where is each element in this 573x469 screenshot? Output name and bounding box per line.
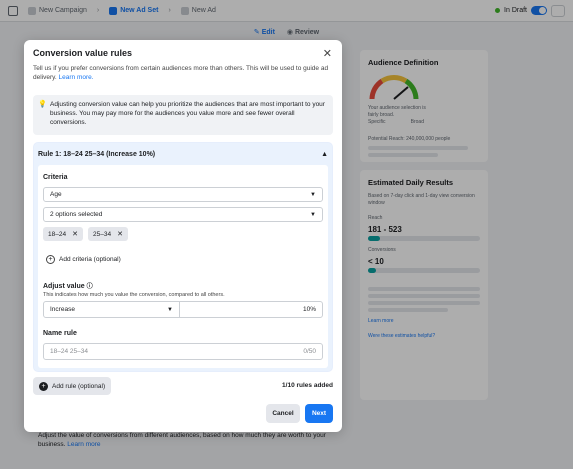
add-criteria-button[interactable]: + Add criteria (optional) bbox=[46, 255, 121, 264]
criteria-label: Criteria bbox=[43, 174, 68, 181]
adjust-direction-select[interactable]: Increase ▼ bbox=[44, 302, 180, 317]
name-rule-label: Name rule bbox=[43, 330, 77, 337]
criteria-select[interactable]: Age ▼ bbox=[43, 187, 323, 202]
adjust-value-label: Adjust value ⓘ bbox=[43, 281, 93, 290]
chip-label: 25–34 bbox=[93, 230, 112, 238]
adjust-direction-value: Increase bbox=[50, 306, 75, 313]
dialog-description: Tell us if you prefer conversions from c… bbox=[33, 64, 333, 82]
plus-circle-icon: + bbox=[46, 255, 55, 264]
options-select-value: 2 options selected bbox=[50, 211, 103, 218]
adjust-value-control: Increase ▼ 10% bbox=[43, 301, 323, 318]
next-button[interactable]: Next bbox=[305, 404, 333, 423]
close-icon[interactable]: ✕ bbox=[323, 47, 332, 60]
caret-down-icon: ▼ bbox=[167, 306, 173, 313]
criteria-select-value: Age bbox=[50, 191, 62, 198]
info-banner: 💡 Adjusting conversion value can help yo… bbox=[33, 95, 333, 135]
adjust-amount-value: 10% bbox=[302, 306, 316, 313]
caret-down-icon: ▼ bbox=[310, 191, 316, 198]
chip-label: 18–24 bbox=[48, 230, 67, 238]
character-count: 0/50 bbox=[303, 348, 316, 355]
name-rule-input[interactable]: 18–24 25–34 0/50 bbox=[43, 343, 323, 360]
cancel-button[interactable]: Cancel bbox=[266, 404, 300, 423]
learn-more-link[interactable]: Learn more. bbox=[59, 74, 94, 81]
adjust-help-text: This indicates how much you value the co… bbox=[43, 292, 225, 298]
criteria-chip: 18–24 ✕ bbox=[43, 227, 83, 241]
criteria-chip: 25–34 ✕ bbox=[88, 227, 128, 241]
cancel-label: Cancel bbox=[272, 410, 294, 417]
adjust-amount-input[interactable]: 10% bbox=[180, 302, 322, 317]
options-select[interactable]: 2 options selected ▼ bbox=[43, 207, 323, 222]
dialog-title: Conversion value rules bbox=[33, 48, 133, 58]
adjust-label-text: Adjust value bbox=[43, 283, 85, 290]
add-rule-label: Add rule (optional) bbox=[52, 382, 106, 390]
rule-header[interactable]: Rule 1: 18–24 25–34 (Increase 10%) ▲ bbox=[34, 143, 332, 165]
chevron-up-icon[interactable]: ▲ bbox=[321, 151, 328, 158]
plus-circle-icon: + bbox=[39, 381, 48, 391]
rule-body: Criteria Age ▼ 2 options selected ▼ 18–2… bbox=[38, 165, 328, 368]
rule-title: Rule 1: 18–24 25–34 (Increase 10%) bbox=[38, 150, 156, 158]
rule-card: Rule 1: 18–24 25–34 (Increase 10%) ▲ Cri… bbox=[33, 142, 333, 372]
conversion-value-rules-dialog: Conversion value rules ✕ Tell us if you … bbox=[24, 40, 342, 432]
next-label: Next bbox=[311, 410, 327, 417]
rules-added-count: 1/10 rules added bbox=[282, 382, 333, 389]
name-rule-placeholder: 18–24 25–34 bbox=[50, 348, 88, 355]
info-text: Adjusting conversion value can help you … bbox=[50, 101, 325, 126]
lightbulb-icon: 💡 bbox=[38, 101, 47, 108]
add-criteria-label: Add criteria (optional) bbox=[59, 256, 121, 263]
remove-chip-icon[interactable]: ✕ bbox=[117, 230, 123, 238]
remove-chip-icon[interactable]: ✕ bbox=[72, 230, 78, 238]
info-icon[interactable]: ⓘ bbox=[87, 284, 93, 290]
add-rule-button[interactable]: + Add rule (optional) bbox=[33, 377, 112, 395]
caret-down-icon: ▼ bbox=[310, 211, 316, 218]
